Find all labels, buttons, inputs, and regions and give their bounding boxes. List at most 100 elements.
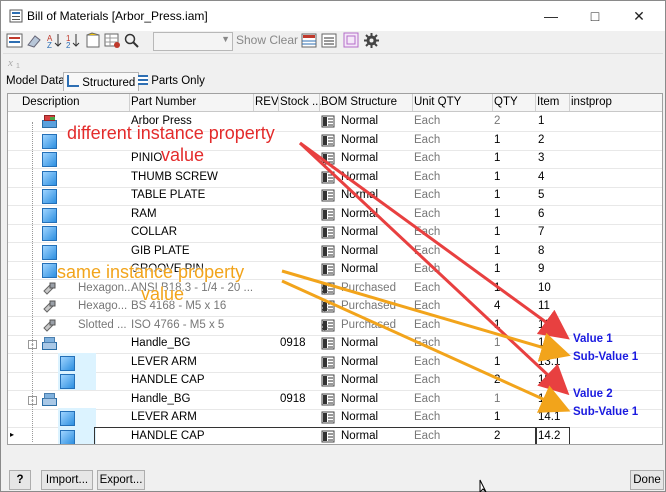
cell-unit-qty[interactable]: Each	[414, 337, 440, 349]
tab-parts-only[interactable]: Parts Only	[138, 75, 205, 87]
cell-item[interactable]: 12	[538, 319, 551, 331]
table-row[interactable]: TABLE PLATE Normal Each 1 5	[8, 186, 662, 206]
table-row[interactable]: LEVER ARM Normal Each 1 13.1	[8, 352, 662, 373]
table-row[interactable]: RAM Normal Each 1 6	[8, 205, 662, 225]
cell-part-number[interactable]: LEVER ARM	[131, 411, 197, 423]
cell-bom-structure[interactable]: Normal	[341, 393, 378, 405]
cell-item[interactable]: 2	[538, 134, 544, 146]
col-description[interactable]: Description	[22, 96, 80, 108]
cell-unit-qty[interactable]: Each	[414, 245, 440, 257]
cell-item[interactable]: 13	[538, 337, 551, 349]
cell-item[interactable]: 10	[538, 282, 551, 294]
cell-qty[interactable]: 1	[494, 282, 500, 294]
cell-qty[interactable]: 1	[494, 134, 500, 146]
cell-item[interactable]: 11	[538, 300, 550, 312]
cell-bom-structure[interactable]: Normal	[341, 245, 378, 257]
cell-item[interactable]: 4	[538, 171, 544, 183]
cell-unit-qty[interactable]: Each	[414, 319, 440, 331]
minimize-button[interactable]: —	[529, 3, 573, 29]
col-unit-qty[interactable]: Unit QTY	[414, 96, 461, 108]
cell-unit-qty[interactable]: Each	[414, 226, 440, 238]
cell-unit-qty[interactable]: Each	[414, 134, 440, 146]
cell-part-number[interactable]: Handle_BG	[131, 393, 190, 405]
cell-qty[interactable]: 1	[494, 245, 500, 257]
part-number-icon[interactable]	[6, 32, 23, 49]
table-row[interactable]: THUMB SCREW Normal Each 1 4	[8, 168, 662, 188]
cell-part-number[interactable]: THUMB SCREW	[131, 171, 218, 183]
cell-item[interactable]: 14.1	[538, 411, 560, 423]
cell-qty[interactable]: 1	[494, 189, 500, 201]
done-button[interactable]: Done	[630, 470, 664, 490]
cell-stock[interactable]: 0918	[280, 393, 306, 405]
col-bom-structure[interactable]: BOM Structure	[321, 96, 397, 108]
cell-bom-structure[interactable]: Purchased	[341, 319, 396, 331]
cell-qty[interactable]: 1	[494, 226, 500, 238]
eraser-icon[interactable]	[25, 32, 42, 49]
table-row[interactable]: COLLAR Normal Each 1 7	[8, 223, 662, 243]
cell-item[interactable]: 13.1	[538, 356, 560, 368]
item-edit-box[interactable]	[536, 426, 570, 444]
cell-unit-qty[interactable]: Each	[414, 263, 440, 275]
cell-description[interactable]: Hexago...	[78, 300, 127, 312]
show-clear-button[interactable]: Show Clear	[236, 33, 298, 47]
export-button[interactable]: Export...	[97, 470, 145, 490]
export-table-icon[interactable]	[104, 32, 121, 49]
cell-bom-structure[interactable]: Normal	[341, 356, 378, 368]
cell-item[interactable]: 5	[538, 189, 544, 201]
cell-unit-qty[interactable]: Each	[414, 189, 440, 201]
cell-qty[interactable]: 1	[494, 337, 500, 349]
cell-item[interactable]: 7	[538, 226, 544, 238]
table-row[interactable]: Hexago... BS 4168 - M5 x 16 $ Purchased Each…	[8, 297, 662, 317]
cell-bom-structure[interactable]: Normal	[341, 171, 378, 183]
cell-bom-structure[interactable]: Normal	[341, 189, 378, 201]
table-row[interactable]: GIB PLATE Normal Each 1 8	[8, 242, 662, 262]
close-button[interactable]: ✕	[617, 3, 661, 29]
table-row[interactable]: Slotted ... ISO 4766 - M5 x 5 $ Purchased Ea…	[8, 316, 662, 336]
add-custom-icon[interactable]	[85, 32, 102, 49]
cell-bom-structure[interactable]: Normal	[341, 263, 378, 275]
cell-item[interactable]: 9	[538, 263, 544, 275]
cell-bom-structure[interactable]: Purchased	[341, 282, 396, 294]
cell-unit-qty[interactable]: Each	[414, 152, 440, 164]
cell-bom-structure[interactable]: Normal	[341, 374, 378, 386]
tab-model-data[interactable]: Model Data	[6, 75, 65, 87]
cell-qty[interactable]: 1	[494, 393, 500, 405]
cell-bom-structure[interactable]: Normal	[341, 152, 378, 164]
column-chooser-icon[interactable]	[301, 32, 318, 49]
tab-structured[interactable]: Structured	[63, 72, 140, 91]
cell-bom-structure[interactable]: Normal	[341, 226, 378, 238]
table-row[interactable]: HANDLE CAP Normal Each 2 14.2 ▸	[8, 426, 662, 444]
col-qty[interactable]: QTY	[494, 96, 518, 108]
cell-part-number[interactable]: ISO 4766 - M5 x 5	[131, 319, 224, 331]
help-button[interactable]: ?	[9, 470, 31, 490]
col-instprop[interactable]: instprop	[571, 96, 612, 108]
cell-part-number[interactable]: COLLAR	[131, 226, 177, 238]
cell-description[interactable]: Hexagon...	[78, 282, 134, 294]
cell-unit-qty[interactable]: Each	[414, 393, 440, 405]
cell-unit-qty[interactable]: Each	[414, 208, 440, 220]
table-row[interactable]: - Handle_BG 0918 Normal Each 1 14	[8, 390, 662, 410]
col-item[interactable]: Item	[537, 96, 559, 108]
cell-qty[interactable]: 1	[494, 171, 500, 183]
cell-description[interactable]: Slotted ...	[78, 319, 127, 331]
table-row[interactable]: PINIO Normal Each 1 3	[8, 149, 662, 169]
find-icon[interactable]	[123, 32, 140, 49]
cell-part-number[interactable]: GIB PLATE	[131, 245, 190, 257]
col-rev[interactable]: REV	[255, 96, 279, 108]
cell-part-number[interactable]: HANDLE CAP	[131, 374, 205, 386]
cell-bom-structure[interactable]: Normal	[341, 337, 378, 349]
table-row[interactable]: - Handle_BG 0918 Normal Each 1 13	[8, 334, 662, 354]
formula-icon[interactable]: x1	[7, 55, 23, 69]
cell-stock[interactable]: 0918	[280, 337, 306, 349]
merge-icon[interactable]	[343, 32, 360, 49]
sort-icon[interactable]: AZ	[47, 32, 64, 49]
cell-unit-qty[interactable]: Each	[414, 300, 440, 312]
col-stock[interactable]: Stock ...	[280, 96, 322, 108]
cell-qty[interactable]: 1	[494, 152, 500, 164]
cell-qty[interactable]: 1	[494, 263, 500, 275]
cell-item[interactable]: 3	[538, 152, 544, 164]
cell-item[interactable]: 6	[538, 208, 544, 220]
col-part-number[interactable]: Part Number	[131, 96, 196, 108]
cell-bom-structure[interactable]: Normal	[341, 411, 378, 423]
cell-unit-qty[interactable]: Each	[414, 115, 440, 127]
